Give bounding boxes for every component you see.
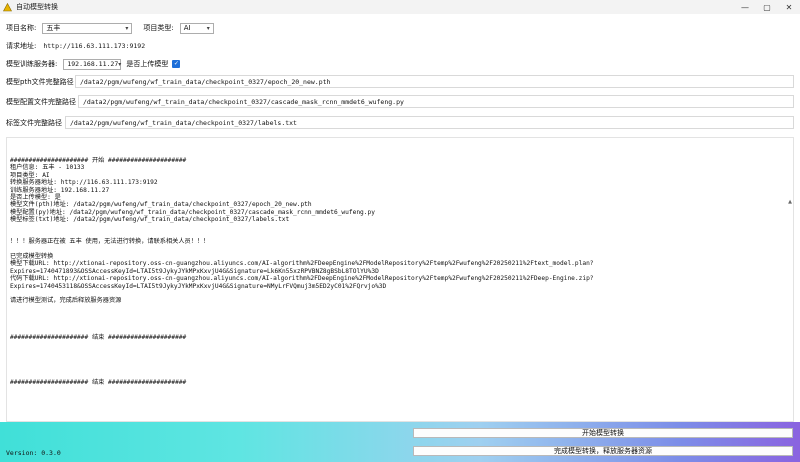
log-line: ##################### 开始 ###############…: [10, 157, 187, 164]
pth-path-input[interactable]: /data2/pgm/wufeng/wf_train_data/checkpoi…: [75, 75, 794, 88]
check-icon: ✓: [173, 60, 179, 67]
scroll-up-icon[interactable]: ▲: [788, 199, 792, 205]
py-path-label: 模型配置文件完整路径: [6, 98, 76, 106]
project-name-value: 五丰: [46, 24, 61, 32]
upload-model-checkbox[interactable]: ✓: [172, 60, 181, 68]
train-server-value: 192.168.11.27: [67, 60, 119, 68]
py-path-input[interactable]: /data2/pgm/wufeng/wf_train_data/checkpoi…: [78, 95, 794, 108]
log-line: ##################### 结束 ###############…: [10, 334, 187, 342]
project-name-select[interactable]: 五丰 ▾: [42, 22, 133, 34]
log-line: 请进行模型测试，完成后释放服务器资源: [10, 297, 122, 305]
minimize-icon[interactable]: —: [734, 0, 756, 14]
version-label: Version: 0.3.0: [6, 449, 61, 457]
labels-path-input[interactable]: /data2/pgm/wufeng/wf_train_data/checkpoi…: [65, 116, 794, 129]
log-line: 训练服务器地址: 192.168.11.27: [10, 186, 110, 194]
request-url-row: 请求地址: http://116.63.111.173:9192: [6, 40, 145, 52]
maximize-icon[interactable]: ▢: [756, 0, 778, 14]
request-url-input[interactable]: http://116.63.111.173:9192: [43, 42, 145, 50]
log-line: 模型文件(pth)地址: /data2/pgm/wufeng/wf_train_…: [10, 201, 312, 209]
log-line: 模型下载URL: http://xtionai-repository.oss-c…: [10, 260, 594, 268]
labels-path-label: 标签文件完整路径: [6, 119, 62, 127]
train-server-select[interactable]: 192.168.11.27 ▾: [63, 58, 122, 70]
log-line: Expires=1740453118&OSSAccessKeyId=LTAI5t…: [10, 282, 387, 290]
log-line: ##################### 结束 ###############…: [10, 378, 187, 386]
project-type-select[interactable]: AI ▾: [179, 22, 214, 34]
log-output[interactable]: ▲ ##################### 开始 #############…: [6, 137, 794, 422]
labels-path-value: /data2/pgm/wufeng/wf_train_data/checkpoi…: [70, 118, 297, 127]
chevron-down-icon: ▾: [206, 24, 210, 32]
labels-row: 标签文件完整路径: [6, 117, 62, 129]
project-row: 项目名称: 五丰 ▾ 项目类型: AI ▾: [6, 22, 214, 34]
project-name-label: 项目名称:: [6, 24, 37, 32]
window-controls: — ▢ ✕: [734, 0, 800, 14]
window-title: 自动模型转换: [16, 3, 58, 11]
py-path-value: /data2/pgm/wufeng/wf_train_data/checkpoi…: [83, 97, 404, 106]
pth-path-label: 模型pth文件完整路径: [6, 78, 74, 86]
chevron-down-icon: ▾: [118, 60, 122, 68]
project-type-value: AI: [183, 24, 191, 32]
log-line: ！！！服务器正在被 五丰 使用，无法进行转换，请联系相关人员！！！: [10, 238, 210, 246]
project-type-label: 项目类型:: [143, 24, 174, 32]
pth-row: 模型pth文件完整路径: [6, 76, 74, 88]
log-line: 模型标签(txt)地址: /data2/pgm/wufeng/wf_train_…: [10, 216, 290, 224]
log-line: 转换服务器地址: http://116.63.111.173:9192: [10, 179, 158, 187]
release-server-button[interactable]: 完成模型转换，释放服务器资源: [413, 446, 793, 456]
train-server-row: 模型训练服务器: 192.168.11.27 ▾ 是否上传模型 ✓: [6, 58, 181, 70]
chevron-down-icon: ▾: [125, 24, 129, 32]
app-icon: [3, 2, 12, 12]
py-row: 模型配置文件完整路径: [6, 96, 76, 108]
log-line: 租户信息: 五丰 - 10133: [10, 164, 85, 172]
pth-path-value: /data2/pgm/wufeng/wf_train_data/checkpoi…: [80, 77, 331, 86]
request-url-label: 请求地址:: [6, 42, 37, 50]
start-conversion-button[interactable]: 开始模型转换: [413, 428, 793, 438]
title-bar[interactable]: 自动模型转换 — ▢ ✕: [0, 0, 800, 14]
close-icon[interactable]: ✕: [778, 0, 800, 14]
upload-model-label: 是否上传模型: [126, 60, 169, 68]
log-line: 代码下载URL: http://xtionai-repository.oss-c…: [10, 275, 594, 283]
train-server-label: 模型训练服务器:: [6, 60, 58, 68]
